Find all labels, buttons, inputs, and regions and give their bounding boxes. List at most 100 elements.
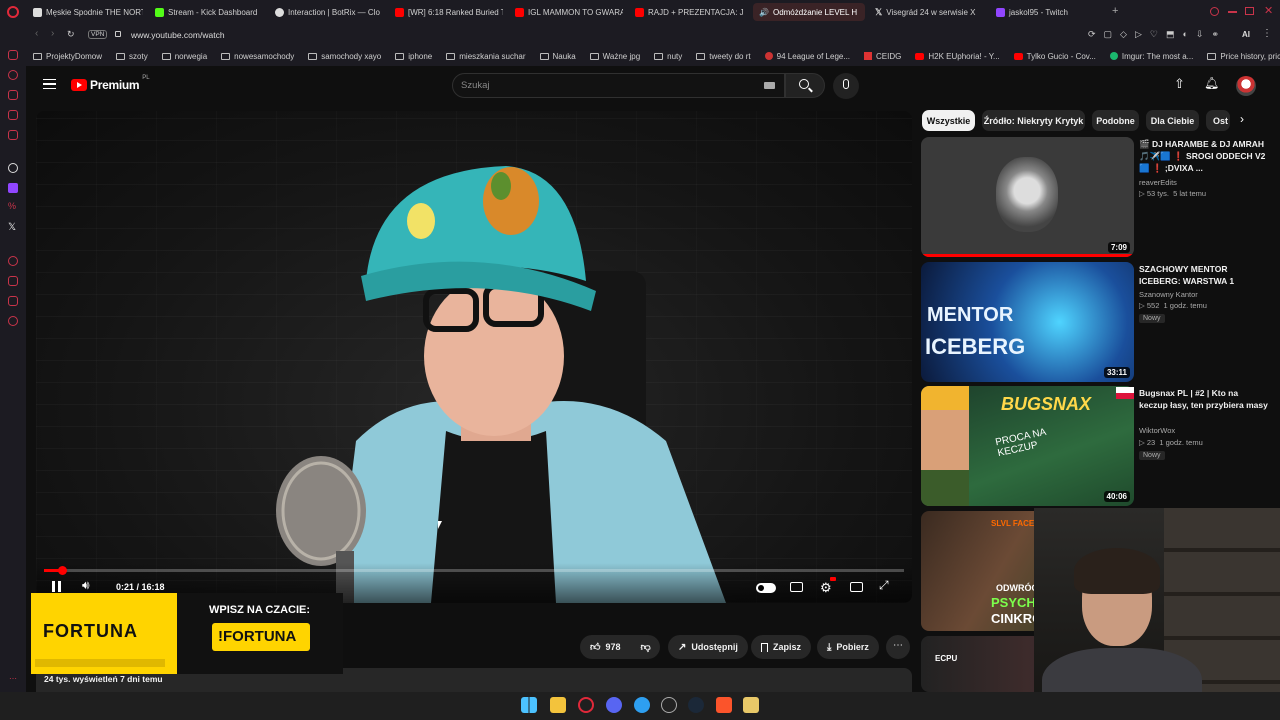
bookmark-item[interactable]: nowesamochody — [214, 52, 301, 61]
video-thumbnail[interactable]: BUGSNAX PROCA NA KECZUP 40:06 — [921, 386, 1134, 506]
bookmark-item[interactable]: 94 League of Lege... — [758, 52, 857, 61]
opera-logo-icon[interactable] — [7, 6, 19, 18]
bookmark-item[interactable]: nuty — [647, 52, 689, 61]
bookmark-item[interactable]: samochody xayo — [301, 52, 388, 61]
downloads-icon[interactable] — [8, 276, 18, 286]
bookmark-item[interactable]: Nauka — [533, 52, 583, 61]
app-icon[interactable] — [743, 697, 759, 713]
browser-tab[interactable]: 𝕏 Visegrád 24 w serwisie X — [875, 3, 985, 21]
bookmark-item[interactable]: iphone — [388, 52, 439, 61]
vpn-badge[interactable]: VPN — [88, 30, 108, 39]
bookmark-item[interactable]: norwegia — [155, 52, 214, 61]
fullscreen-icon[interactable]: ⤢ — [879, 578, 889, 593]
maximize-icon[interactable] — [1245, 7, 1254, 15]
opera-icon[interactable] — [578, 697, 594, 713]
keyboard-icon[interactable] — [764, 82, 775, 89]
chip-for-you[interactable]: Dla Ciebie — [1146, 110, 1199, 131]
video-thumbnail[interactable]: 7:09 — [921, 137, 1134, 257]
upload-icon[interactable]: ⇧ — [1174, 76, 1185, 92]
rec-title[interactable]: 🎬 DJ HARAMBE & DJ AMRAH 🎵✈️🟦 ❗ SROGI ODD… — [1139, 138, 1269, 174]
search-button[interactable] — [785, 73, 825, 98]
download-button[interactable]: ⤓ Pobierz — [817, 635, 879, 659]
chip-all[interactable]: Wszystkie — [922, 110, 975, 131]
autoplay-toggle[interactable] — [756, 583, 776, 593]
browser-tab[interactable]: jaskol95 - Twitch — [996, 3, 1106, 21]
progress-bar[interactable] — [44, 566, 904, 575]
speed-dial-icon[interactable] — [8, 50, 18, 60]
rec-channel[interactable]: Szanowny Kantor — [1139, 290, 1198, 299]
avatar[interactable] — [1236, 76, 1256, 96]
bookmark-item[interactable]: mieszkania suchar — [439, 52, 532, 61]
wallet-icon[interactable] — [8, 110, 18, 120]
voice-search-button[interactable] — [833, 73, 859, 99]
brave-icon[interactable] — [716, 697, 732, 713]
chatgpt-icon[interactable] — [8, 163, 18, 173]
youtube-logo[interactable]: Premium PL — [71, 75, 150, 92]
thumbs-down-icon[interactable]: 👎︎ — [640, 641, 650, 653]
browser-tab[interactable]: [WR] 6:18 Ranked Buried T — [395, 3, 503, 21]
discord-icon[interactable] — [606, 697, 622, 713]
hamburger-menu-icon[interactable] — [43, 79, 56, 89]
chip-recent[interactable]: Ost — [1206, 110, 1230, 131]
bookmark-icon[interactable] — [8, 130, 18, 140]
reload-icon[interactable]: ↻ — [67, 29, 75, 40]
rec-title[interactable]: SZACHOWY MENTOR ICEBERG: WARSTWA 1 — [1139, 263, 1269, 287]
pause-icon[interactable] — [52, 581, 61, 592]
browser-tab-active[interactable]: 🔊 Odmóżdżanie LEVEL H — [753, 3, 865, 21]
browser-tab[interactable]: RAJD + PREZENTACJA: Ja — [635, 3, 743, 21]
search-tabs-icon[interactable] — [1210, 7, 1219, 16]
history-icon[interactable] — [8, 70, 18, 80]
chips-next-icon[interactable]: › — [1240, 112, 1244, 126]
bookmark-item[interactable]: Price history, price... — [1200, 52, 1280, 61]
more-actions-button[interactable]: ⋯ — [886, 635, 910, 659]
rec-title[interactable]: Bugsnax PL | #2 | Kto na keczup łasy, te… — [1139, 387, 1269, 411]
twitch-icon[interactable] — [8, 183, 18, 193]
notifications-bell-icon[interactable]: 🔔︎ — [1204, 76, 1219, 90]
bookmark-item[interactable]: Tylko Gucio - Cov... — [1007, 52, 1103, 61]
steam-icon[interactable] — [688, 697, 704, 713]
share-button[interactable]: ↗ Udostępnij — [668, 635, 748, 659]
video-player[interactable]: 🔊︎ 0:21 / 16:18 ⚙︎ ⤢ — [36, 111, 912, 603]
settings-gear-icon[interactable]: ⚙︎ — [820, 580, 832, 596]
bookmark-item[interactable]: CEIDG — [857, 52, 908, 61]
browser-tab[interactable]: Męskie Spodnie THE NORT — [33, 3, 143, 21]
forward-icon[interactable]: › — [51, 28, 54, 39]
new-tab-icon[interactable]: + — [1112, 5, 1118, 17]
cube-icon[interactable] — [8, 296, 18, 306]
percent-icon[interactable]: % — [8, 201, 16, 211]
menu-icon[interactable]: ⋮ — [1262, 28, 1272, 39]
search-input[interactable]: Szukaj — [452, 73, 785, 98]
bookmark-item[interactable]: Imgur: The most a... — [1103, 52, 1200, 61]
scrubber-knob[interactable] — [58, 566, 68, 575]
bookmark-item[interactable]: H2K EUphoria! - Y... — [908, 52, 1006, 61]
bookmark-item[interactable]: ProjektyDomow — [26, 52, 109, 61]
rec-channel[interactable]: WiktorWox — [1139, 426, 1175, 435]
like-button[interactable]: 👍︎ 978 👎︎ — [580, 635, 660, 659]
audio-playing-icon[interactable]: 🔊 — [759, 8, 769, 17]
more-icon[interactable]: ⋯ — [9, 674, 17, 683]
bookmark-item[interactable]: tweety do rt — [689, 52, 757, 61]
browser-tab[interactable]: Interaction | BotRix — Clo — [275, 3, 383, 21]
volume-icon[interactable]: 🔊︎ — [82, 578, 90, 593]
minimize-icon[interactable] — [1228, 11, 1237, 13]
x-icon[interactable]: 𝕏 — [8, 222, 16, 233]
browser-tab[interactable]: IGL MAMMON TO GWARAN — [515, 3, 623, 21]
bookmark-item[interactable]: szoty — [109, 52, 155, 61]
ai-button[interactable]: AI — [1242, 30, 1250, 39]
bookmark-item[interactable]: Ważne jpg — [583, 52, 648, 61]
file-explorer-icon[interactable] — [550, 697, 566, 713]
subtitles-icon[interactable] — [790, 582, 803, 592]
close-icon[interactable]: ✕ — [1264, 4, 1273, 17]
clock-icon[interactable] — [8, 256, 18, 266]
obs-icon[interactable] — [661, 697, 677, 713]
chip-similar[interactable]: Podobne — [1092, 110, 1139, 131]
messenger-icon[interactable] — [634, 697, 650, 713]
bag-icon[interactable] — [8, 90, 18, 100]
windows-start-icon[interactable] — [521, 697, 537, 713]
save-button[interactable]: Zapisz — [751, 635, 812, 659]
theater-mode-icon[interactable] — [850, 582, 863, 592]
url-field[interactable]: www.youtube.com/watch — [131, 30, 225, 40]
video-thumbnail[interactable]: MENTOR ICEBERG 33:11 — [921, 262, 1134, 382]
back-icon[interactable]: ‹ — [35, 28, 38, 39]
browser-tab[interactable]: Stream - Kick Dashboard — [155, 3, 263, 21]
